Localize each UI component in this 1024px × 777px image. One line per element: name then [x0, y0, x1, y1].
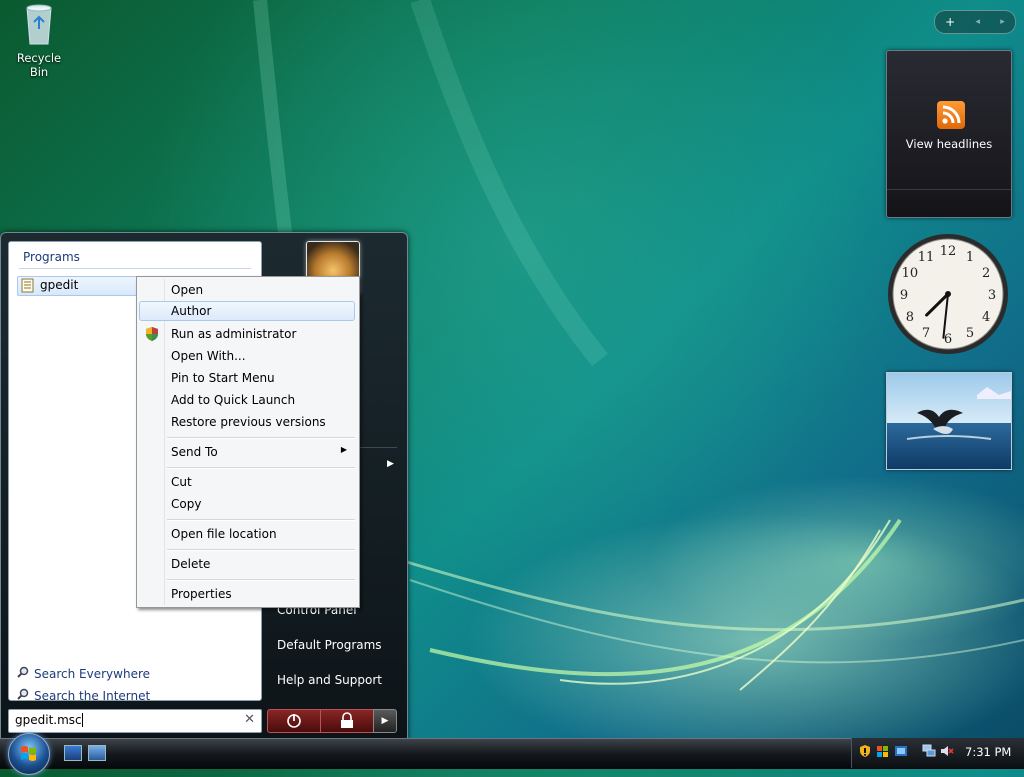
network-icon[interactable] — [922, 744, 936, 758]
right-pane-submenu-arrow[interactable]: ▶ — [387, 459, 394, 469]
feed-headlines-gadget[interactable]: View headlines — [886, 50, 1012, 218]
programs-header: Programs — [23, 250, 80, 264]
ctx-run-as-admin[interactable]: Run as administrator — [139, 324, 355, 344]
shutdown-options-button[interactable]: ▶ — [373, 709, 397, 733]
rss-icon — [937, 101, 965, 129]
clock-number: 8 — [906, 310, 914, 325]
windows-flag-icon[interactable] — [894, 744, 908, 758]
power-bar: ▶ — [267, 709, 397, 733]
clock-number: 10 — [902, 266, 919, 281]
submenu-arrow-icon: ▶ — [340, 445, 347, 454]
slideshow-gadget[interactable] — [886, 372, 1012, 470]
power-icon — [287, 714, 301, 728]
sidebar-controls: + ◂ ▸ — [934, 10, 1016, 34]
ctx-cut[interactable]: Cut — [139, 472, 355, 492]
magnifier-icon — [17, 688, 31, 703]
ctx-separator — [167, 549, 355, 551]
ctx-separator — [167, 437, 355, 439]
help-support-link[interactable]: Help and Support — [277, 673, 382, 687]
security-shield-icon[interactable] — [858, 744, 872, 758]
search-input-value: gpedit.msc — [15, 713, 82, 727]
clock-number: 5 — [966, 326, 974, 341]
search-internet-label: Search the Internet — [34, 689, 151, 703]
recycle-bin-label: Recycle Bin — [16, 51, 62, 79]
clock-number: 9 — [900, 288, 908, 303]
ctx-open-with[interactable]: Open With... — [139, 346, 355, 366]
search-everywhere-link[interactable]: Search Everywhere — [17, 666, 150, 681]
volume-muted-icon[interactable] — [940, 744, 954, 758]
search-everywhere-label: Search Everywhere — [34, 667, 150, 681]
clock-number: 3 — [988, 288, 996, 303]
clock-number: 11 — [918, 250, 935, 265]
ctx-restore-versions[interactable]: Restore previous versions — [139, 412, 355, 432]
ctx-separator — [167, 519, 355, 521]
clock-number: 4 — [982, 310, 990, 325]
clock-number: 1 — [966, 250, 974, 265]
switch-windows-icon[interactable] — [88, 745, 106, 761]
sidebar-next-button[interactable]: ▸ — [1000, 17, 1005, 27]
default-programs-link[interactable]: Default Programs — [277, 638, 382, 652]
program-item-label: gpedit — [40, 278, 79, 292]
view-headlines-label[interactable]: View headlines — [887, 137, 1011, 151]
ctx-properties[interactable]: Properties — [139, 584, 355, 604]
windows-update-icon[interactable] — [876, 744, 890, 758]
search-internet-link[interactable]: Search the Internet — [17, 688, 150, 703]
recycle-bin-desktop-icon[interactable]: Recycle Bin — [6, 2, 72, 79]
ctx-delete[interactable]: Delete — [139, 554, 355, 574]
context-menu: Open Author Run as administrator Open Wi… — [136, 276, 360, 608]
taskbar-clock[interactable]: 7:31 PM — [965, 745, 1011, 759]
ctx-separator — [167, 579, 355, 581]
show-desktop-icon[interactable] — [64, 745, 82, 761]
magnifier-icon — [17, 666, 31, 681]
ctx-author[interactable]: Author — [139, 301, 355, 321]
windows-logo-icon — [21, 746, 36, 761]
start-search-input[interactable]: gpedit.msc ✕ — [8, 709, 262, 733]
ctx-send-to[interactable]: Send To ▶ — [139, 442, 355, 462]
ctx-separator — [167, 467, 355, 469]
programs-divider — [19, 268, 251, 269]
ctx-open-file-location[interactable]: Open file location — [139, 524, 355, 544]
whale-tail-photo — [887, 373, 1011, 469]
clock-number: 12 — [940, 244, 957, 259]
lock-icon — [341, 712, 353, 728]
uac-shield-icon — [146, 327, 158, 341]
power-button[interactable] — [267, 709, 321, 733]
add-gadget-button[interactable]: + — [945, 15, 955, 29]
gpedit-icon — [21, 278, 34, 293]
clock-number: 6 — [944, 332, 952, 347]
ctx-copy[interactable]: Copy — [139, 494, 355, 514]
clock-gadget[interactable]: 12 12 3 45678 9 1011 — [886, 232, 1010, 356]
start-button[interactable] — [8, 733, 50, 775]
clock-number: 2 — [982, 266, 990, 281]
clear-search-icon[interactable]: ✕ — [244, 712, 255, 727]
ctx-add-quick-launch[interactable]: Add to Quick Launch — [139, 390, 355, 410]
ctx-open[interactable]: Open — [139, 280, 355, 300]
clock-number: 7 — [922, 326, 930, 341]
ctx-pin-start[interactable]: Pin to Start Menu — [139, 368, 355, 388]
lock-button[interactable] — [320, 709, 374, 733]
recycle-bin-icon — [26, 4, 52, 45]
sidebar-prev-button[interactable]: ◂ — [975, 17, 980, 27]
